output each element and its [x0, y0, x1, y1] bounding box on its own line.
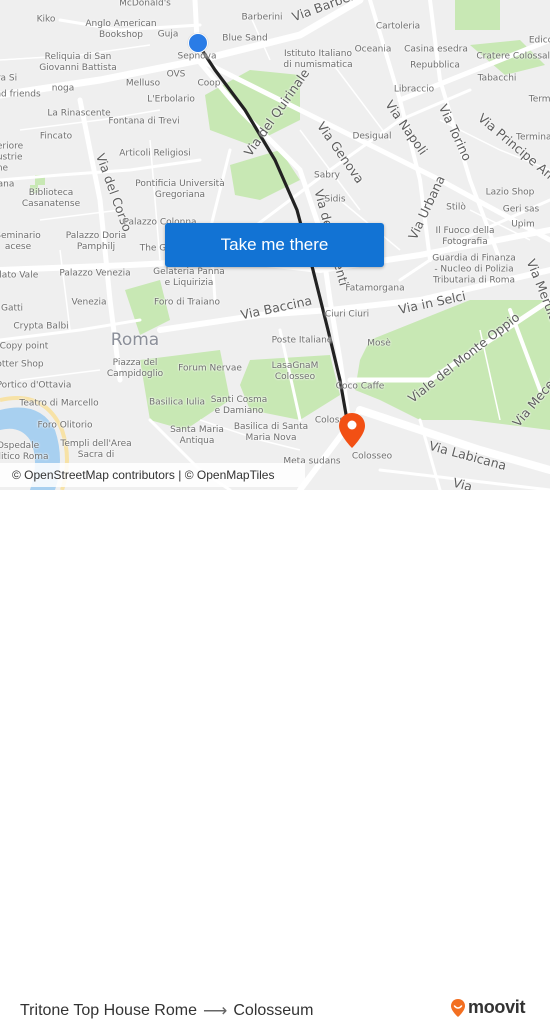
poi-label: Kiko — [36, 14, 56, 25]
poi-label: Gatti — [0, 303, 24, 314]
moovit-logo[interactable]: moovit — [450, 997, 526, 1018]
poi-label: OVS — [166, 69, 186, 80]
poi-label: Basilica Iulia — [148, 397, 206, 408]
poi-label: Geri sas — [502, 204, 540, 215]
poi-label: Upim — [511, 219, 535, 230]
poi-label: Santi Cosma e Damiano — [210, 395, 268, 416]
poi-label: Ciuri Ciuri — [324, 309, 370, 320]
destination-pin-icon[interactable] — [337, 412, 367, 450]
destination-name: Colosseum — [233, 1002, 314, 1019]
poi-label: Barberini — [241, 12, 283, 23]
poi-label: ra Si — [0, 73, 18, 84]
poi-label: Copy point — [0, 341, 49, 352]
poi-label: Teatro di Marcello — [19, 398, 99, 409]
origin-name: Tritone Top House Rome — [20, 1002, 197, 1019]
poi-label: Tabacchi — [477, 73, 517, 84]
poi-label: noga — [51, 83, 75, 94]
poi-label: The G — [139, 243, 167, 254]
poi-label: Basilica di Santa Maria Nova — [233, 422, 309, 443]
poi-label: ana — [0, 179, 15, 190]
poi-label: Palazzo Doria Pamphilj — [65, 231, 127, 252]
poi-label: Stilò — [446, 202, 466, 213]
poi-label: Forum Nervae — [178, 363, 242, 374]
poi-label: Sepnova — [177, 51, 217, 62]
poi-label: Foro Olitorio — [37, 420, 93, 431]
poi-label: Ospedale aelitico Roma — [0, 441, 49, 462]
poi-label: Colosseo — [351, 451, 393, 462]
origin-marker[interactable] — [188, 33, 208, 53]
poi-label: nd friends — [0, 89, 41, 100]
poi-label: Fatamorgana — [345, 283, 405, 294]
poi-label: Poste Italiane — [271, 335, 333, 346]
poi-label: Venezia — [71, 297, 107, 308]
poi-label: Edicola — [528, 35, 550, 46]
route-title: Tritone Top House Rome ⟶ Colosseum — [20, 1001, 313, 1021]
poi-label: eriore ustrie ne — [0, 141, 24, 174]
poi-label: Libraccio — [393, 84, 435, 95]
poi-label: Coop — [197, 78, 221, 89]
poi-label: Lazio Shop — [485, 187, 535, 198]
poi-label: Oceania — [354, 44, 392, 55]
poi-label: Melluso — [125, 78, 161, 89]
poi-label: otter Shop — [0, 359, 44, 370]
poi-label: Mosè — [367, 338, 391, 349]
poi-label: Terminal — [515, 132, 550, 143]
poi-label: Reliquia di San Giovanni Battista — [39, 52, 117, 73]
poi-label: Guja — [157, 29, 179, 40]
poi-label: Fincato — [39, 131, 73, 142]
poi-label: Portico d'Ottavia — [0, 380, 72, 391]
poi-label: Crypta Balbi — [13, 321, 69, 332]
poi-label: Piazza del Campidoglio — [106, 358, 164, 379]
poi-label: Fontana di Trevi — [108, 116, 180, 127]
city-label: Roma — [110, 330, 160, 350]
poi-label: Articoli Religiosi — [119, 148, 191, 159]
take-me-there-button[interactable]: Take me there — [165, 223, 384, 267]
poi-label: Cartoleria — [375, 21, 421, 32]
arrow-right-icon: ⟶ — [202, 1001, 228, 1020]
poi-label: Santa Maria Antiqua — [170, 425, 224, 446]
poi-label: Biblioteca Casanatense — [21, 188, 81, 209]
poi-label: Termini — [528, 94, 550, 105]
poi-label: Cratere Colossale — [476, 51, 550, 62]
poi-label: Palazzo Venezia — [59, 268, 131, 279]
poi-label: Sidis — [324, 194, 346, 205]
footer-bar: Tritone Top House Rome ⟶ Colosseum moovi… — [0, 490, 550, 1020]
poi-label: Casina esedra — [404, 44, 468, 55]
poi-label: McDonald's — [119, 0, 171, 9]
poi-label: Repubblica — [410, 60, 460, 71]
poi-label: Blue Sand — [222, 33, 268, 44]
poi-label: Anglo American Bookshop — [85, 19, 157, 40]
poi-label: Foro di Traiano — [154, 297, 220, 308]
poi-label: Guardia di Finanza - Nucleo di Polizia T… — [432, 253, 516, 286]
map-attribution[interactable]: © OpenStreetMap contributors | © OpenMap… — [0, 463, 305, 487]
poi-label: elato Vale — [0, 270, 39, 281]
moovit-wordmark: moovit — [468, 997, 526, 1017]
moovit-pin-icon — [451, 998, 465, 1017]
poi-label: La Rinascente — [47, 108, 111, 119]
poi-label: Seminario acese — [0, 231, 41, 252]
poi-label: LasaGnaM Colosseo — [271, 361, 319, 382]
poi-label: Gelateria Panna e Liquirizia — [153, 267, 225, 288]
poi-label: Sabry — [314, 170, 340, 181]
map-canvas[interactable]: Via Barberini Via del Quirinale Via Geno… — [0, 0, 550, 490]
poi-label: Coco Caffe — [335, 381, 385, 392]
poi-label: Pontificia Università Gregoriana — [135, 179, 225, 200]
poi-label: Templi dell'Area Sacra di — [60, 439, 132, 460]
poi-label: Istituto Italiano di numismatica — [283, 49, 353, 70]
poi-label: Desigual — [352, 131, 392, 142]
poi-label: L'Erbolario — [147, 94, 195, 105]
poi-label: Il Fuoco della Fotografia — [435, 226, 495, 247]
